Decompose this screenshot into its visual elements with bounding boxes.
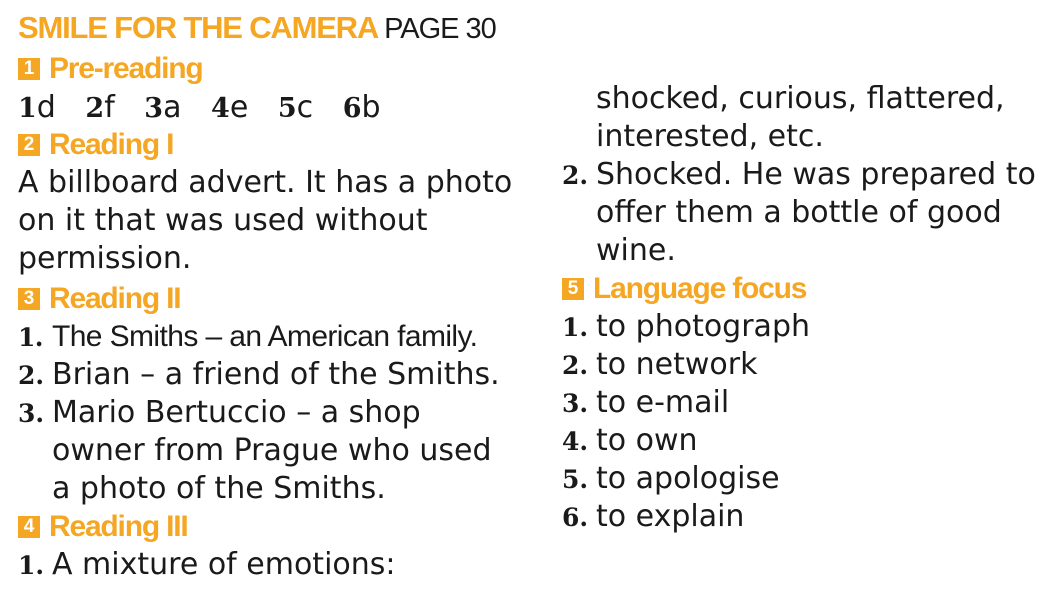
list-text: Mario Bertuccio – a shop (52, 395, 421, 430)
title-page: PAGE 30 (384, 13, 497, 45)
answer-letter: e (229, 90, 249, 125)
title-main: SMILE FOR THE CAMERA (18, 10, 379, 45)
list-text: to explain (596, 499, 745, 534)
heading-pre-reading: 1 Pre-reading (18, 52, 204, 86)
reading-1-line: on it that was used without (18, 203, 428, 238)
list-number: 1. (18, 551, 45, 580)
list-item: 2. Shocked. He was prepared to (562, 156, 1036, 195)
section-number-badge: 2 (18, 134, 40, 156)
heading-label: Pre-reading (49, 52, 204, 85)
list-text: to apologise (596, 461, 780, 496)
answer-letter: a (163, 90, 182, 125)
list-text: to own (596, 423, 698, 458)
list-text: Brian – a friend of the Smiths. (52, 357, 500, 392)
answer-number: 4 (211, 93, 230, 124)
list-text: to e-mail (596, 385, 730, 420)
list-item: 1. to photograph (562, 308, 810, 347)
list-item: 3. Mario Bertuccio – a shop (18, 394, 421, 433)
list-item: 6. to explain (562, 498, 744, 537)
heading-label: Language focus (593, 272, 807, 305)
list-text: to network (596, 347, 758, 382)
answer-number: 6 (342, 93, 362, 124)
section-number-badge: 1 (18, 58, 40, 80)
list-text: to photograph (596, 309, 810, 344)
answer-number: 3 (144, 93, 164, 124)
list-number: 1. (18, 323, 44, 352)
list-number: 3. (18, 399, 45, 428)
list-number: 2. (562, 351, 589, 380)
list-text-continued: interested, etc. (596, 119, 824, 154)
list-item: 1. The Smiths – an American family. (18, 318, 478, 357)
list-number: 3. (562, 389, 589, 418)
heading-reading-2: 3 Reading II (18, 282, 182, 316)
pre-reading-answers: 1d 2f 3a 4e 5c 6b (18, 90, 401, 125)
section-number-badge: 3 (18, 288, 40, 310)
list-item: 2. Brian – a friend of the Smiths. (18, 356, 500, 395)
answer-letter: f (104, 90, 115, 125)
list-text-continued: offer them a bottle of good (596, 195, 1002, 230)
list-number: 6. (562, 503, 589, 532)
heading-label: Reading II (49, 282, 182, 315)
list-number: 2. (562, 161, 589, 190)
page-title: SMILE FOR THE CAMERA PAGE 30 (18, 10, 497, 46)
list-item: 3. to e-mail (562, 384, 729, 423)
list-number: 2. (18, 361, 45, 390)
list-item: 1. A mixture of emotions: (18, 546, 396, 585)
answer-number: 5 (277, 93, 297, 124)
list-item: 2. to network (562, 346, 757, 385)
section-number-badge: 4 (18, 516, 40, 538)
list-text: Shocked. He was prepared to (596, 157, 1036, 192)
reading-1-line: A billboard advert. It has a photo (18, 165, 513, 200)
answer-number: 1 (18, 93, 37, 124)
heading-language-focus: 5 Language focus (562, 272, 807, 306)
answer-letter: b (361, 90, 381, 125)
list-text-continued: a photo of the Smiths. (52, 471, 386, 506)
reading-1-line: permission. (18, 241, 192, 276)
list-number: 1. (562, 313, 589, 342)
list-text-continued: shocked, curious, flattered, (596, 81, 1005, 116)
list-item: 4. to own (562, 422, 698, 461)
list-text: The Smiths – an American family. (52, 320, 478, 353)
heading-label: Reading I (49, 128, 174, 161)
list-item: 5. to apologise (562, 460, 780, 499)
list-text-continued: owner from Prague who used (52, 433, 492, 468)
list-text-continued: wine. (596, 233, 676, 268)
section-number-badge: 5 (562, 278, 584, 300)
list-text: A mixture of emotions: (52, 547, 396, 582)
heading-reading-1: 2 Reading I (18, 128, 174, 162)
answer-letter: c (296, 90, 314, 125)
answer-letter: d (36, 90, 56, 125)
heading-label: Reading III (49, 510, 189, 543)
list-number: 5. (562, 465, 589, 494)
list-number: 4. (562, 427, 589, 456)
answer-number: 2 (85, 93, 105, 124)
heading-reading-3: 4 Reading III (18, 510, 189, 544)
